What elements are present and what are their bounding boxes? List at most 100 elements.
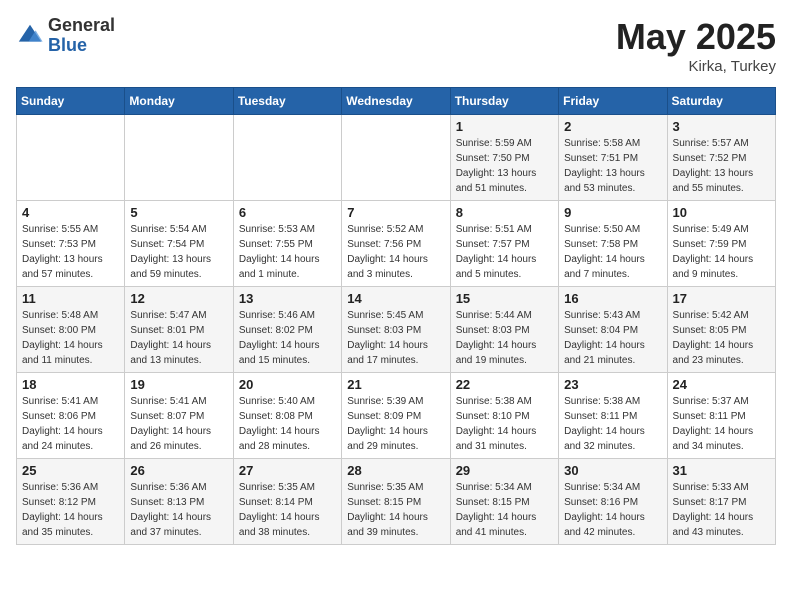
- day-number: 19: [130, 377, 227, 392]
- calendar-cell: 8 Sunrise: 5:51 AM Sunset: 7:57 PM Daylig…: [450, 201, 558, 287]
- calendar-body: 1 Sunrise: 5:59 AM Sunset: 7:50 PM Daylig…: [17, 115, 776, 545]
- day-info: Sunrise: 5:51 AM Sunset: 7:57 PM Dayligh…: [456, 222, 553, 282]
- weekday-header-sunday: Sunday: [17, 88, 125, 115]
- day-info: Sunrise: 5:41 AM Sunset: 8:07 PM Dayligh…: [130, 394, 227, 454]
- calendar-cell: 16 Sunrise: 5:43 AM Sunset: 8:04 PM Dayli…: [559, 287, 667, 373]
- calendar-cell: 26Sunrise: 5:36 AM Sunset: 8:13 PM Dayli…: [125, 459, 233, 545]
- day-info: Sunrise: 5:33 AM Sunset: 8:17 PM Dayligh…: [673, 480, 770, 540]
- calendar-cell: 1 Sunrise: 5:59 AM Sunset: 7:50 PM Daylig…: [450, 115, 558, 201]
- logo-text: General Blue: [48, 16, 115, 56]
- day-number: 3: [673, 119, 770, 134]
- calendar-cell: [342, 115, 450, 201]
- day-info: Sunrise: 5:53 AM Sunset: 7:55 PM Dayligh…: [239, 222, 336, 282]
- day-number: 30: [564, 463, 661, 478]
- calendar-cell: 5Sunrise: 5:54 AM Sunset: 7:54 PM Daylig…: [125, 201, 233, 287]
- day-number: 9: [564, 205, 661, 220]
- calendar-cell: 14 Sunrise: 5:45 AM Sunset: 8:03 PM Dayli…: [342, 287, 450, 373]
- calendar-cell: 6 Sunrise: 5:53 AM Sunset: 7:55 PM Daylig…: [233, 201, 341, 287]
- day-number: 1: [456, 119, 553, 134]
- day-info: Sunrise: 5:37 AM Sunset: 8:11 PM Dayligh…: [673, 394, 770, 454]
- day-info: Sunrise: 5:34 AM Sunset: 8:15 PM Dayligh…: [456, 480, 553, 540]
- calendar-cell: 12 Sunrise: 5:47 AM Sunset: 8:01 PM Dayli…: [125, 287, 233, 373]
- calendar-week-4: 18Sunrise: 5:41 AM Sunset: 8:06 PM Dayli…: [17, 373, 776, 459]
- calendar-cell: 2Sunrise: 5:58 AM Sunset: 7:51 PM Daylig…: [559, 115, 667, 201]
- day-info: Sunrise: 5:35 AM Sunset: 8:14 PM Dayligh…: [239, 480, 336, 540]
- calendar-cell: 31 Sunrise: 5:33 AM Sunset: 8:17 PM Dayli…: [667, 459, 775, 545]
- day-number: 31: [673, 463, 770, 478]
- day-number: 29: [456, 463, 553, 478]
- calendar-cell: 17Sunrise: 5:42 AM Sunset: 8:05 PM Dayli…: [667, 287, 775, 373]
- day-number: 6: [239, 205, 336, 220]
- day-info: Sunrise: 5:34 AM Sunset: 8:16 PM Dayligh…: [564, 480, 661, 540]
- weekday-header-wednesday: Wednesday: [342, 88, 450, 115]
- day-info: Sunrise: 5:45 AM Sunset: 8:03 PM Dayligh…: [347, 308, 444, 368]
- weekday-header-tuesday: Tuesday: [233, 88, 341, 115]
- day-info: Sunrise: 5:50 AM Sunset: 7:58 PM Dayligh…: [564, 222, 661, 282]
- calendar-week-2: 4Sunrise: 5:55 AM Sunset: 7:53 PM Daylig…: [17, 201, 776, 287]
- day-number: 5: [130, 205, 227, 220]
- day-info: Sunrise: 5:55 AM Sunset: 7:53 PM Dayligh…: [22, 222, 119, 282]
- day-number: 21: [347, 377, 444, 392]
- calendar-cell: 24 Sunrise: 5:37 AM Sunset: 8:11 PM Dayli…: [667, 373, 775, 459]
- calendar-cell: 25 Sunrise: 5:36 AM Sunset: 8:12 PM Dayli…: [17, 459, 125, 545]
- day-number: 7: [347, 205, 444, 220]
- calendar-cell: 18Sunrise: 5:41 AM Sunset: 8:06 PM Dayli…: [17, 373, 125, 459]
- day-number: 25: [22, 463, 119, 478]
- day-info: Sunrise: 5:47 AM Sunset: 8:01 PM Dayligh…: [130, 308, 227, 368]
- calendar-cell: [125, 115, 233, 201]
- calendar-cell: 22 Sunrise: 5:38 AM Sunset: 8:10 PM Dayli…: [450, 373, 558, 459]
- calendar-cell: 3 Sunrise: 5:57 AM Sunset: 7:52 PM Daylig…: [667, 115, 775, 201]
- calendar-cell: 30 Sunrise: 5:34 AM Sunset: 8:16 PM Dayli…: [559, 459, 667, 545]
- calendar-week-3: 11Sunrise: 5:48 AM Sunset: 8:00 PM Dayli…: [17, 287, 776, 373]
- day-info: Sunrise: 5:52 AM Sunset: 7:56 PM Dayligh…: [347, 222, 444, 282]
- calendar-cell: 27 Sunrise: 5:35 AM Sunset: 8:14 PM Dayli…: [233, 459, 341, 545]
- calendar-cell: 9 Sunrise: 5:50 AM Sunset: 7:58 PM Daylig…: [559, 201, 667, 287]
- calendar-cell: [233, 115, 341, 201]
- day-info: Sunrise: 5:43 AM Sunset: 8:04 PM Dayligh…: [564, 308, 661, 368]
- day-number: 15: [456, 291, 553, 306]
- calendar-cell: 28Sunrise: 5:35 AM Sunset: 8:15 PM Dayli…: [342, 459, 450, 545]
- day-info: Sunrise: 5:57 AM Sunset: 7:52 PM Dayligh…: [673, 136, 770, 196]
- day-number: 14: [347, 291, 444, 306]
- day-number: 24: [673, 377, 770, 392]
- day-info: Sunrise: 5:59 AM Sunset: 7:50 PM Dayligh…: [456, 136, 553, 196]
- calendar-header: SundayMondayTuesdayWednesdayThursdayFrid…: [17, 88, 776, 115]
- calendar-cell: 13Sunrise: 5:46 AM Sunset: 8:02 PM Dayli…: [233, 287, 341, 373]
- day-info: Sunrise: 5:39 AM Sunset: 8:09 PM Dayligh…: [347, 394, 444, 454]
- calendar-cell: 23 Sunrise: 5:38 AM Sunset: 8:11 PM Dayli…: [559, 373, 667, 459]
- day-number: 28: [347, 463, 444, 478]
- weekday-header-saturday: Saturday: [667, 88, 775, 115]
- weekday-header-friday: Friday: [559, 88, 667, 115]
- calendar-cell: 4Sunrise: 5:55 AM Sunset: 7:53 PM Daylig…: [17, 201, 125, 287]
- day-number: 27: [239, 463, 336, 478]
- day-info: Sunrise: 5:40 AM Sunset: 8:08 PM Dayligh…: [239, 394, 336, 454]
- calendar-cell: 7 Sunrise: 5:52 AM Sunset: 7:56 PM Daylig…: [342, 201, 450, 287]
- day-info: Sunrise: 5:44 AM Sunset: 8:03 PM Dayligh…: [456, 308, 553, 368]
- logo-icon: [16, 22, 44, 50]
- day-info: Sunrise: 5:38 AM Sunset: 8:11 PM Dayligh…: [564, 394, 661, 454]
- day-info: Sunrise: 5:36 AM Sunset: 8:13 PM Dayligh…: [130, 480, 227, 540]
- calendar-table: SundayMondayTuesdayWednesdayThursdayFrid…: [16, 87, 776, 545]
- day-number: 23: [564, 377, 661, 392]
- day-number: 10: [673, 205, 770, 220]
- calendar-cell: 10Sunrise: 5:49 AM Sunset: 7:59 PM Dayli…: [667, 201, 775, 287]
- calendar-cell: 19 Sunrise: 5:41 AM Sunset: 8:07 PM Dayli…: [125, 373, 233, 459]
- weekday-header-thursday: Thursday: [450, 88, 558, 115]
- day-number: 16: [564, 291, 661, 306]
- day-info: Sunrise: 5:46 AM Sunset: 8:02 PM Dayligh…: [239, 308, 336, 368]
- calendar-title: May 2025: [616, 16, 776, 58]
- day-number: 8: [456, 205, 553, 220]
- weekday-header-monday: Monday: [125, 88, 233, 115]
- logo-general-text: General: [48, 16, 115, 36]
- day-info: Sunrise: 5:36 AM Sunset: 8:12 PM Dayligh…: [22, 480, 119, 540]
- day-info: Sunrise: 5:41 AM Sunset: 8:06 PM Dayligh…: [22, 394, 119, 454]
- weekday-row: SundayMondayTuesdayWednesdayThursdayFrid…: [17, 88, 776, 115]
- day-info: Sunrise: 5:38 AM Sunset: 8:10 PM Dayligh…: [456, 394, 553, 454]
- calendar-cell: 11Sunrise: 5:48 AM Sunset: 8:00 PM Dayli…: [17, 287, 125, 373]
- calendar-cell: 21 Sunrise: 5:39 AM Sunset: 8:09 PM Dayli…: [342, 373, 450, 459]
- page-header: General Blue May 2025 Kirka, Turkey: [16, 16, 776, 75]
- calendar-location: Kirka, Turkey: [616, 58, 776, 75]
- day-number: 12: [130, 291, 227, 306]
- day-number: 22: [456, 377, 553, 392]
- day-number: 17: [673, 291, 770, 306]
